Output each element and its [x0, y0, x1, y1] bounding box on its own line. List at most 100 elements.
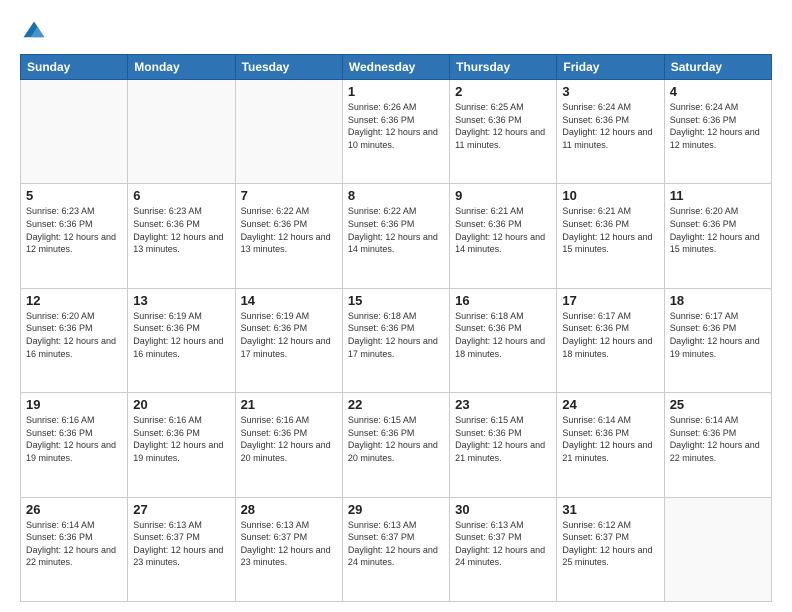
day-number: 17 — [562, 293, 658, 308]
calendar-cell: 7Sunrise: 6:22 AM Sunset: 6:36 PM Daylig… — [235, 184, 342, 288]
day-number: 3 — [562, 84, 658, 99]
day-number: 20 — [133, 397, 229, 412]
calendar-cell: 16 Sunrise: 6:18 AM Sunset: 6:36 PM Dayli… — [450, 288, 557, 392]
calendar-cell: 22Sunrise: 6:15 AM Sunset: 6:36 PM Dayli… — [342, 393, 449, 497]
calendar-cell: 18 Sunrise: 6:17 AM Sunset: 6:36 PM Dayli… — [664, 288, 771, 392]
day-info: Sunrise: 6:21 AM Sunset: 6:36 PM Dayligh… — [562, 205, 658, 255]
day-info: Sunrise: 6:15 AM Sunset: 6:36 PM Dayligh… — [455, 414, 551, 464]
calendar-cell: 28 Sunrise: 6:13 AM Sunset: 6:37 PM Dayli… — [235, 497, 342, 601]
page: SundayMondayTuesdayWednesdayThursdayFrid… — [0, 0, 792, 612]
day-info: Sunrise: 6:26 AM Sunset: 6:36 PM Dayligh… — [348, 101, 444, 151]
day-number: 29 — [348, 502, 444, 517]
col-header-saturday: Saturday — [664, 55, 771, 80]
col-header-monday: Monday — [128, 55, 235, 80]
day-number: 2 — [455, 84, 551, 99]
logo-icon — [20, 18, 48, 46]
calendar-week-1: 1 Sunrise: 6:26 AM Sunset: 6:36 PM Daylig… — [21, 80, 772, 184]
day-number: 15 — [348, 293, 444, 308]
day-info: Sunrise: 6:14 AM Sunset: 6:36 PM Dayligh… — [26, 519, 122, 569]
col-header-tuesday: Tuesday — [235, 55, 342, 80]
day-info: Sunrise: 6:24 AM Sunset: 6:36 PM Dayligh… — [670, 101, 766, 151]
day-number: 24 — [562, 397, 658, 412]
day-info: Sunrise: 6:22 AM Sunset: 6:36 PM Dayligh… — [348, 205, 444, 255]
day-number: 16 — [455, 293, 551, 308]
day-info: Sunrise: 6:16 AM Sunset: 6:36 PM Dayligh… — [26, 414, 122, 464]
col-header-friday: Friday — [557, 55, 664, 80]
calendar-cell — [235, 80, 342, 184]
calendar-cell: 31 Sunrise: 6:12 AM Sunset: 6:37 PM Dayli… — [557, 497, 664, 601]
day-info: Sunrise: 6:13 AM Sunset: 6:37 PM Dayligh… — [241, 519, 337, 569]
day-info: Sunrise: 6:13 AM Sunset: 6:37 PM Dayligh… — [348, 519, 444, 569]
calendar-cell: 17 Sunrise: 6:17 AM Sunset: 6:36 PM Dayli… — [557, 288, 664, 392]
day-number: 25 — [670, 397, 766, 412]
day-info: Sunrise: 6:13 AM Sunset: 6:37 PM Dayligh… — [455, 519, 551, 569]
day-info: Sunrise: 6:18 AM Sunset: 6:36 PM Dayligh… — [455, 310, 551, 360]
calendar-cell: 24Sunrise: 6:14 AM Sunset: 6:36 PM Dayli… — [557, 393, 664, 497]
day-number: 1 — [348, 84, 444, 99]
calendar-cell: 13 Sunrise: 6:19 AM Sunset: 6:36 PM Dayli… — [128, 288, 235, 392]
day-info: Sunrise: 6:15 AM Sunset: 6:36 PM Dayligh… — [348, 414, 444, 464]
day-info: Sunrise: 6:17 AM Sunset: 6:36 PM Dayligh… — [670, 310, 766, 360]
day-info: Sunrise: 6:20 AM Sunset: 6:36 PM Dayligh… — [670, 205, 766, 255]
day-info: Sunrise: 6:13 AM Sunset: 6:37 PM Dayligh… — [133, 519, 229, 569]
day-number: 26 — [26, 502, 122, 517]
day-info: Sunrise: 6:21 AM Sunset: 6:36 PM Dayligh… — [455, 205, 551, 255]
day-info: Sunrise: 6:19 AM Sunset: 6:36 PM Dayligh… — [241, 310, 337, 360]
day-info: Sunrise: 6:23 AM Sunset: 6:36 PM Dayligh… — [133, 205, 229, 255]
day-info: Sunrise: 6:14 AM Sunset: 6:36 PM Dayligh… — [670, 414, 766, 464]
calendar-cell: 27 Sunrise: 6:13 AM Sunset: 6:37 PM Dayli… — [128, 497, 235, 601]
day-info: Sunrise: 6:16 AM Sunset: 6:36 PM Dayligh… — [133, 414, 229, 464]
day-number: 18 — [670, 293, 766, 308]
calendar-week-2: 5 Sunrise: 6:23 AM Sunset: 6:36 PM Daylig… — [21, 184, 772, 288]
col-header-wednesday: Wednesday — [342, 55, 449, 80]
calendar-cell — [128, 80, 235, 184]
calendar-week-5: 26 Sunrise: 6:14 AM Sunset: 6:36 PM Dayli… — [21, 497, 772, 601]
day-number: 8 — [348, 188, 444, 203]
calendar-cell: 1 Sunrise: 6:26 AM Sunset: 6:36 PM Daylig… — [342, 80, 449, 184]
day-number: 31 — [562, 502, 658, 517]
calendar-cell: 9Sunrise: 6:21 AM Sunset: 6:36 PM Daylig… — [450, 184, 557, 288]
day-info: Sunrise: 6:24 AM Sunset: 6:36 PM Dayligh… — [562, 101, 658, 151]
calendar-table: SundayMondayTuesdayWednesdayThursdayFrid… — [20, 54, 772, 602]
calendar-cell: 25 Sunrise: 6:14 AM Sunset: 6:36 PM Dayli… — [664, 393, 771, 497]
calendar-cell: 26 Sunrise: 6:14 AM Sunset: 6:36 PM Dayli… — [21, 497, 128, 601]
calendar-cell — [664, 497, 771, 601]
day-info: Sunrise: 6:20 AM Sunset: 6:36 PM Dayligh… — [26, 310, 122, 360]
day-info: Sunrise: 6:19 AM Sunset: 6:36 PM Dayligh… — [133, 310, 229, 360]
calendar-week-4: 19 Sunrise: 6:16 AM Sunset: 6:36 PM Dayli… — [21, 393, 772, 497]
day-info: Sunrise: 6:23 AM Sunset: 6:36 PM Dayligh… — [26, 205, 122, 255]
day-number: 6 — [133, 188, 229, 203]
day-number: 27 — [133, 502, 229, 517]
day-number: 19 — [26, 397, 122, 412]
calendar-cell: 30 Sunrise: 6:13 AM Sunset: 6:37 PM Dayli… — [450, 497, 557, 601]
calendar-cell: 11 Sunrise: 6:20 AM Sunset: 6:36 PM Dayli… — [664, 184, 771, 288]
col-header-thursday: Thursday — [450, 55, 557, 80]
day-number: 23 — [455, 397, 551, 412]
calendar-cell: 12 Sunrise: 6:20 AM Sunset: 6:36 PM Dayli… — [21, 288, 128, 392]
calendar-cell: 4Sunrise: 6:24 AM Sunset: 6:36 PM Daylig… — [664, 80, 771, 184]
calendar-cell: 15Sunrise: 6:18 AM Sunset: 6:36 PM Dayli… — [342, 288, 449, 392]
calendar-cell: 14 Sunrise: 6:19 AM Sunset: 6:36 PM Dayli… — [235, 288, 342, 392]
col-header-sunday: Sunday — [21, 55, 128, 80]
day-number: 12 — [26, 293, 122, 308]
calendar-cell — [21, 80, 128, 184]
calendar-cell: 5 Sunrise: 6:23 AM Sunset: 6:36 PM Daylig… — [21, 184, 128, 288]
calendar-cell: 10 Sunrise: 6:21 AM Sunset: 6:36 PM Dayli… — [557, 184, 664, 288]
calendar-cell: 19 Sunrise: 6:16 AM Sunset: 6:36 PM Dayli… — [21, 393, 128, 497]
day-info: Sunrise: 6:25 AM Sunset: 6:36 PM Dayligh… — [455, 101, 551, 151]
day-info: Sunrise: 6:16 AM Sunset: 6:36 PM Dayligh… — [241, 414, 337, 464]
calendar-cell: 2 Sunrise: 6:25 AM Sunset: 6:36 PM Daylig… — [450, 80, 557, 184]
day-number: 14 — [241, 293, 337, 308]
day-number: 7 — [241, 188, 337, 203]
day-number: 10 — [562, 188, 658, 203]
calendar-cell: 8 Sunrise: 6:22 AM Sunset: 6:36 PM Daylig… — [342, 184, 449, 288]
day-number: 5 — [26, 188, 122, 203]
day-number: 28 — [241, 502, 337, 517]
day-info: Sunrise: 6:12 AM Sunset: 6:37 PM Dayligh… — [562, 519, 658, 569]
day-number: 30 — [455, 502, 551, 517]
day-info: Sunrise: 6:17 AM Sunset: 6:36 PM Dayligh… — [562, 310, 658, 360]
day-number: 11 — [670, 188, 766, 203]
calendar-cell: 23 Sunrise: 6:15 AM Sunset: 6:36 PM Dayli… — [450, 393, 557, 497]
calendar-header-row: SundayMondayTuesdayWednesdayThursdayFrid… — [21, 55, 772, 80]
day-number: 13 — [133, 293, 229, 308]
